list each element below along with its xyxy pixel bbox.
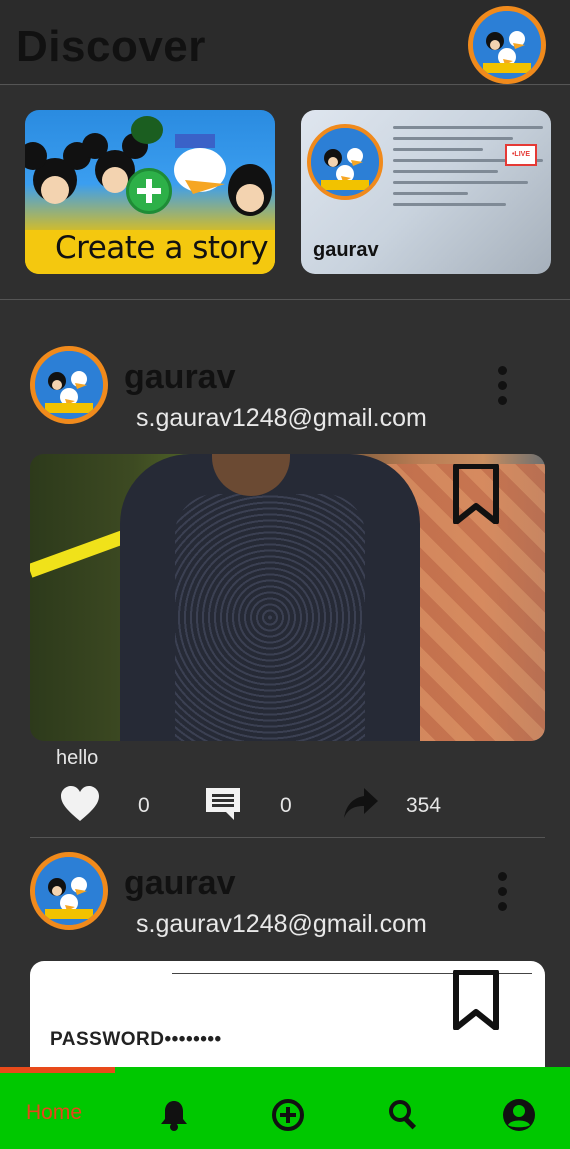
post-avatar[interactable] <box>30 852 108 930</box>
more-options-icon[interactable] <box>494 366 510 410</box>
live-badge: •LIVE <box>505 144 537 166</box>
more-options-icon[interactable] <box>494 872 510 916</box>
post-email: s.gaurav1248@gmail.com <box>136 404 427 432</box>
app-header: Discover <box>0 0 570 85</box>
post-card: gaurav s.gaurav1248@gmail.com hello 0 0 … <box>0 300 570 840</box>
comment-count: 0 <box>280 794 292 817</box>
active-tab-indicator <box>0 1067 115 1073</box>
bookmark-icon[interactable] <box>452 969 500 1031</box>
post-avatar[interactable] <box>30 346 108 424</box>
like-icon[interactable] <box>60 786 100 827</box>
page-title: Discover <box>16 22 206 71</box>
nav-home[interactable]: Home <box>26 1101 82 1125</box>
story-avatar <box>307 124 383 200</box>
bottom-navigation: Home <box>0 1067 570 1149</box>
add-story-icon[interactable] <box>126 168 172 214</box>
notifications-icon[interactable] <box>160 1099 188 1136</box>
story-username: gaurav <box>313 239 379 261</box>
post-caption: hello <box>56 747 99 769</box>
profile-icon[interactable] <box>502 1098 536 1137</box>
create-story-card[interactable]: Create a story <box>25 110 275 274</box>
search-icon[interactable] <box>388 1099 420 1136</box>
post-username[interactable]: gaurav <box>124 864 236 903</box>
post-username[interactable]: gaurav <box>124 358 236 397</box>
like-count: 0 <box>138 794 150 817</box>
post-divider <box>30 837 545 838</box>
live-story-card[interactable]: •LIVE gaurav <box>301 110 551 274</box>
user-avatar[interactable] <box>468 6 546 84</box>
post-card: gaurav s.gaurav1248@gmail.com PASSWORD••… <box>0 840 570 1067</box>
share-icon[interactable] <box>344 788 378 823</box>
stories-row: Create a story •LIVE gaurav <box>0 86 570 300</box>
post-image-text: PASSWORD•••••••• <box>50 1029 222 1050</box>
comment-icon[interactable] <box>206 788 240 825</box>
post-email: s.gaurav1248@gmail.com <box>136 910 427 938</box>
post-actions: 0 0 354 <box>0 786 570 826</box>
create-story-label: Create a story <box>55 230 269 266</box>
add-icon[interactable] <box>271 1098 305 1137</box>
bookmark-icon[interactable] <box>452 463 500 525</box>
share-count: 354 <box>406 794 442 817</box>
